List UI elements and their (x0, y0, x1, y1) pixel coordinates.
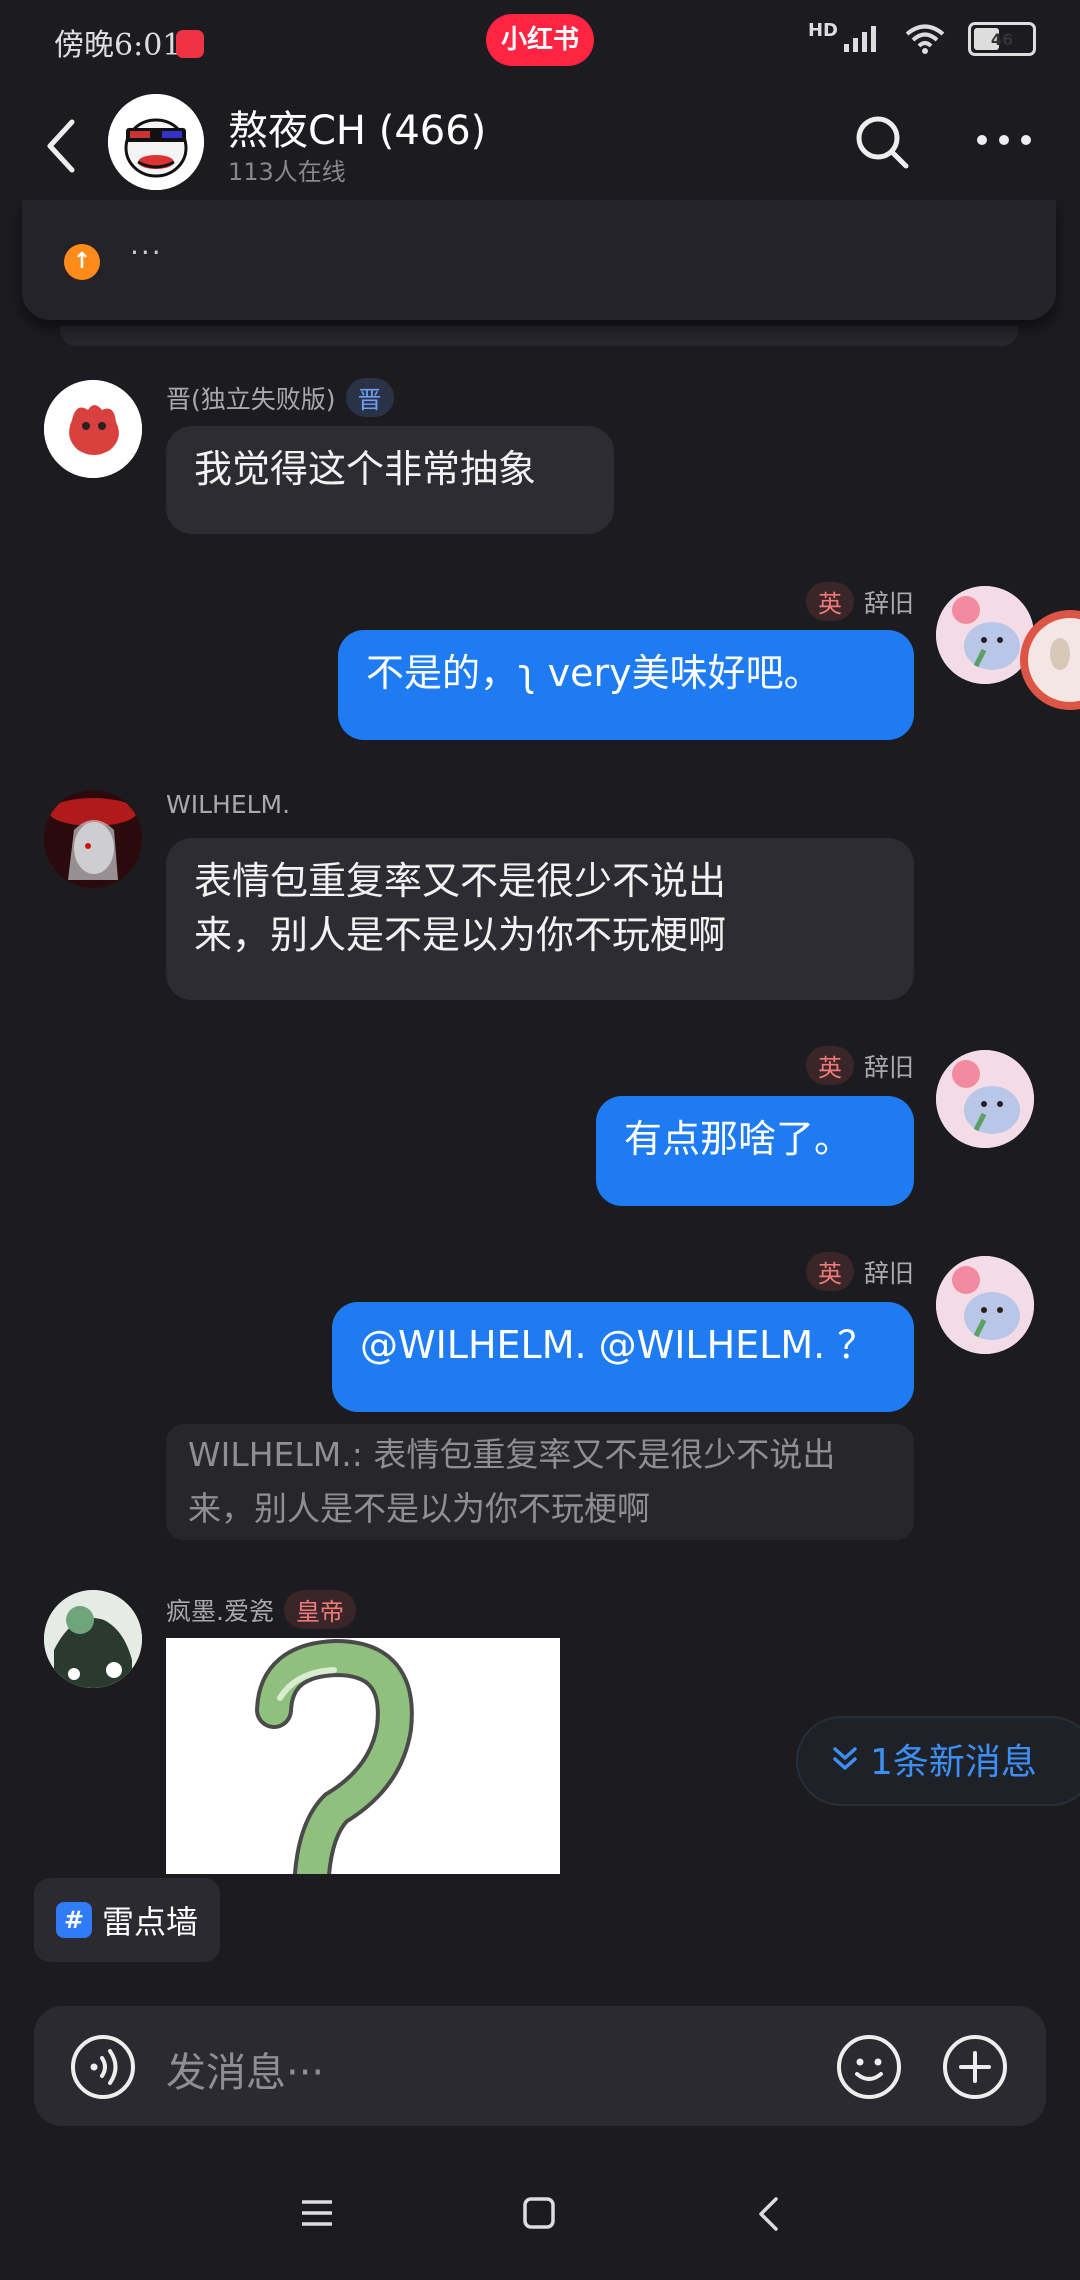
plus-icon[interactable] (942, 2034, 1008, 2100)
signal-icon (844, 26, 876, 52)
message-sender: 疯墨.爱瓷 皇帝 (166, 1590, 356, 1629)
quote-line: 来，别人是不是以为你不玩梗啊 (188, 1489, 650, 1528)
message-sender: 晋(独立失败版) 晋 (166, 378, 394, 417)
message-sender: 英辞旧 (805, 1252, 914, 1291)
message-bubble[interactable]: 不是的，ʅ very美味好吧。 (338, 630, 914, 740)
message-sender: 英辞旧 (805, 582, 914, 621)
avatar[interactable] (44, 790, 142, 888)
topic-tag-label: 雷点墙 (102, 1903, 199, 1941)
pinned-stack-shadow (60, 326, 1018, 346)
message-bubble[interactable]: 有点那啥了。 (596, 1096, 914, 1206)
sender-name: 辞旧 (863, 1053, 914, 1082)
message-bubble[interactable]: 我觉得这个非常抽象 (166, 426, 614, 534)
quote-line: WILHELM.: 表情包重复率又不是很少不说出 (188, 1435, 836, 1474)
double-chevron-down-icon (830, 1718, 870, 1808)
topic-tag[interactable]: # 雷点墙 (34, 1878, 221, 1962)
message-line: 来，别人是不是以为你不玩梗啊 (194, 913, 727, 957)
network-label: HD (807, 19, 838, 41)
sender-name: WILHELM. (166, 790, 291, 819)
sticker-decoration (1020, 610, 1080, 710)
quoted-message[interactable]: WILHELM.: 表情包重复率又不是很少不说出 来，别人是不是以为你不玩梗啊 (166, 1424, 914, 1540)
status-right: HD 46 (807, 19, 1036, 56)
app-badge: 小红书 (486, 14, 594, 66)
sticker-image[interactable] (166, 1638, 560, 1874)
avatar[interactable] (44, 380, 142, 478)
user-badge: 晋 (345, 378, 394, 417)
nav-back-icon[interactable] (756, 2196, 780, 2232)
online-count: 113人在线 (228, 158, 346, 186)
status-bar: 傍晚6:01 小红书 HD 46 (0, 0, 1080, 80)
chat-title: 熬夜CH (466) (228, 108, 487, 154)
voice-icon[interactable] (70, 2034, 136, 2100)
battery-level: 46 (990, 29, 1014, 49)
back-icon[interactable] (44, 118, 80, 174)
user-badge: 英 (805, 582, 854, 621)
pinned-announcement[interactable] (22, 200, 1056, 320)
notification-icon (176, 30, 204, 58)
new-messages-button[interactable]: 1条新消息 (796, 1716, 1080, 1806)
new-messages-label: 1条新消息 (870, 1742, 1037, 1783)
user-badge: 英 (805, 1046, 854, 1085)
message-line: 表情包重复率又不是很少不说出 (194, 859, 727, 903)
sender-name: 晋(独立失败版) (166, 385, 336, 414)
menu-icon[interactable] (300, 2198, 334, 2228)
status-time: 傍晚6:01 (54, 28, 182, 63)
more-icon[interactable] (976, 132, 1032, 148)
home-icon[interactable] (522, 2196, 556, 2230)
group-avatar[interactable] (108, 94, 204, 190)
emoji-icon[interactable] (836, 2034, 902, 2100)
hashtag-icon: # (56, 1902, 92, 1938)
search-icon[interactable] (854, 114, 910, 170)
user-badge: 皇帝 (283, 1590, 356, 1629)
message-sender: 英辞旧 (805, 1046, 914, 1085)
upload-icon: ↑ (64, 244, 100, 280)
message-bubble[interactable]: @WILHELM. @WILHELM. ？ (332, 1302, 914, 1412)
user-badge: 英 (805, 1252, 854, 1291)
sender-name: 辞旧 (863, 1259, 914, 1288)
message-bubble[interactable]: 表情包重复率又不是很少不说出 来，别人是不是以为你不玩梗啊 (166, 838, 914, 1000)
sender-name: 疯墨.爱瓷 (166, 1597, 274, 1626)
sender-name: 辞旧 (863, 589, 914, 618)
avatar[interactable] (936, 1050, 1034, 1148)
avatar[interactable] (936, 1256, 1034, 1354)
avatar[interactable] (44, 1590, 142, 1688)
pinned-text: ··· (130, 236, 163, 269)
battery-icon: 46 (968, 22, 1036, 56)
wifi-icon (905, 24, 945, 54)
message-input[interactable]: 发消息··· (166, 2040, 324, 2098)
